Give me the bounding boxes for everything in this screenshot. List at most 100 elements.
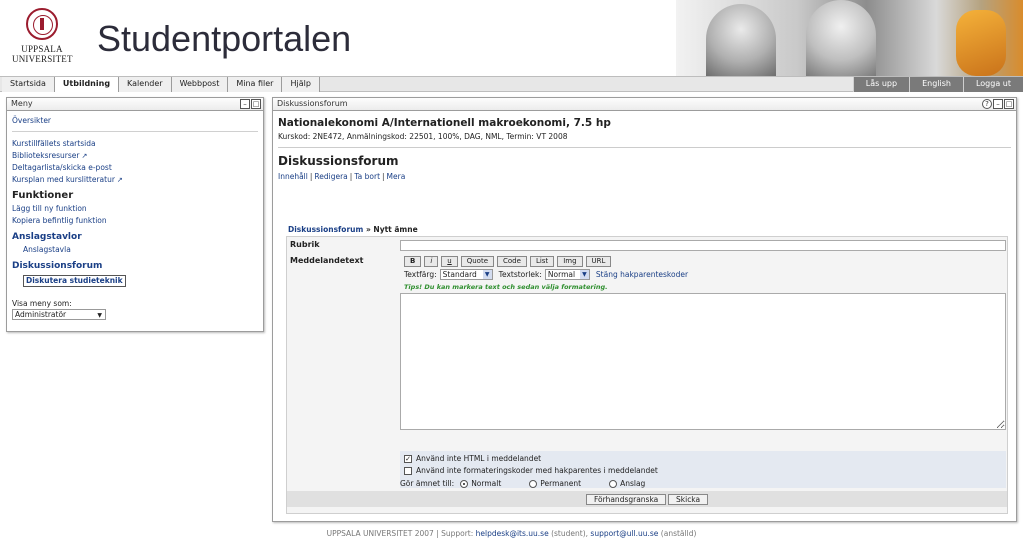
logout-button[interactable]: Logga ut: [962, 77, 1023, 92]
action-separator: |: [309, 172, 313, 181]
no-html-label: Använd inte HTML i meddelandet: [416, 454, 542, 463]
topic-type-announcement[interactable]: Anslag: [609, 479, 645, 488]
formatting-tip: Tips! Du kan markera text och sedan välj…: [404, 283, 608, 291]
close-codes-link[interactable]: Stäng hakparenteskoder: [596, 270, 688, 279]
menu-heading-boards[interactable]: Anslagstavlor: [12, 230, 258, 244]
subject-input[interactable]: [400, 240, 1006, 251]
send-button[interactable]: Skicka: [668, 494, 709, 505]
no-html-checkbox[interactable]: ✓: [404, 454, 412, 463]
portal-title: Studentportalen: [97, 18, 352, 59]
student-photo-3: [956, 10, 1006, 76]
code-button[interactable]: Code: [497, 256, 527, 267]
tab-startsida[interactable]: Startsida: [2, 77, 55, 92]
footer: UPPSALA UNIVERSITET 2007 | Support: help…: [0, 529, 1023, 538]
menu-link-library-label: Biblioteksresurser: [12, 151, 80, 160]
radio-normal[interactable]: [460, 479, 469, 488]
text-color-select[interactable]: Standard ▼: [439, 269, 493, 280]
chevron-down-icon: ▼: [482, 270, 492, 279]
bold-button[interactable]: B: [404, 256, 422, 267]
underline-button[interactable]: u: [441, 256, 458, 267]
menu-overview-link[interactable]: Översikter: [12, 115, 258, 127]
tab-hjalp[interactable]: Hjälp: [282, 77, 320, 92]
text-color-value: Standard: [442, 270, 477, 279]
breadcrumb-forum-link[interactable]: Diskussionsforum: [288, 225, 363, 234]
topic-type-label: Gör ämnet till:: [400, 479, 455, 488]
format-options: Textfärg: Standard ▼ Textstorlek: Normal…: [404, 269, 688, 280]
student-photo-2: [806, 0, 876, 76]
menu-link-add-function[interactable]: Lägg till ny funktion: [12, 203, 258, 215]
tab-kalender[interactable]: Kalender: [119, 77, 172, 92]
breadcrumb-separator: »: [365, 225, 371, 234]
radio-permanent[interactable]: [529, 479, 538, 488]
action-separator: |: [382, 172, 385, 181]
action-delete-link[interactable]: Ta bort: [354, 172, 380, 181]
radio-announcement[interactable]: [609, 479, 618, 488]
nav-tabs: Startsida Utbildning Kalender Webbpost M…: [2, 77, 320, 92]
tab-webbpost[interactable]: Webbpost: [171, 77, 229, 92]
topic-type-permanent[interactable]: Permanent: [529, 479, 581, 488]
menu-link-board[interactable]: Anslagstavla: [12, 244, 258, 256]
menu-view-value: Administratör: [15, 310, 67, 319]
action-edit-link[interactable]: Redigera: [314, 172, 347, 181]
quote-button[interactable]: Quote: [460, 256, 495, 267]
menu-heading-functions: Funktioner: [12, 190, 74, 201]
course-info: Kurskod: 2NE472, Anmälningskod: 22501, 1…: [278, 132, 568, 141]
topic-type-normal[interactable]: Normalt: [460, 479, 501, 488]
chevron-down-icon: ▼: [97, 312, 102, 319]
chevron-down-icon: ▼: [579, 270, 589, 279]
minimize-icon[interactable]: –: [993, 99, 1003, 109]
nav-tools: Lås upp English Logga ut: [852, 77, 1023, 92]
message-label: Meddelandetext: [290, 256, 364, 265]
university-logo[interactable]: UPPSALA UNIVERSITET: [12, 8, 73, 68]
forum-actions: Innehåll | Redigera | Ta bort | Mera: [278, 172, 1011, 182]
radio-permanent-label: Permanent: [540, 479, 582, 488]
list-button[interactable]: List: [529, 256, 555, 267]
menu-window-buttons: – □: [240, 99, 261, 109]
image-button[interactable]: Img: [557, 256, 583, 267]
menu-link-course-start[interactable]: Kurstillfällets startsida: [12, 138, 258, 150]
text-size-value: Normal: [547, 270, 576, 279]
action-more-link[interactable]: Mera: [387, 172, 406, 181]
new-topic-form: Rubrik Meddelandetext B i u Quote Code L…: [286, 236, 1008, 514]
student-support-link[interactable]: helpdesk@its.uu.se: [476, 529, 549, 538]
staff-support-link[interactable]: support@ull.uu.se: [590, 529, 658, 538]
main-nav: Startsida Utbildning Kalender Webbpost M…: [0, 76, 1023, 92]
logo-line1: UPPSALA: [21, 44, 63, 54]
maximize-icon[interactable]: □: [1004, 99, 1014, 109]
menu-panel: Meny – □ Översikter Kurstillfällets star…: [6, 97, 264, 332]
menu-link-participants[interactable]: Deltagarlista/skicka e-post: [12, 162, 258, 174]
option-no-bbcode[interactable]: Använd inte formateringskoder med hakpar…: [404, 466, 658, 475]
menu-link-copy-function[interactable]: Kopiera befintlig funktion: [12, 215, 258, 227]
option-no-html[interactable]: ✓ Använd inte HTML i meddelandet: [404, 454, 541, 463]
menu-view-select[interactable]: Administratör ▼: [12, 309, 106, 320]
url-button[interactable]: URL: [585, 256, 612, 267]
forum-title: Diskussionsforum: [278, 154, 399, 168]
action-contents-link[interactable]: Innehåll: [278, 172, 308, 181]
preview-button[interactable]: Förhandsgranska: [586, 494, 667, 505]
action-separator: |: [349, 172, 353, 181]
submit-bar: Förhandsgranska Skicka: [287, 491, 1007, 507]
maximize-icon[interactable]: □: [251, 99, 261, 109]
italic-button[interactable]: i: [424, 256, 439, 267]
unlock-button[interactable]: Lås upp: [852, 77, 910, 92]
help-icon[interactable]: ?: [982, 99, 992, 109]
subject-label: Rubrik: [290, 240, 320, 249]
minimize-icon[interactable]: –: [240, 99, 250, 109]
message-textarea[interactable]: [400, 293, 1006, 430]
external-link-icon: ↗: [81, 152, 88, 160]
no-bbcode-checkbox[interactable]: [404, 466, 412, 475]
header-photo: [676, 0, 1023, 76]
menu-link-library[interactable]: Biblioteksresurser ↗: [12, 150, 258, 162]
tab-utbildning[interactable]: Utbildning: [54, 77, 120, 92]
menu-heading-forum[interactable]: Diskussionsforum: [12, 259, 258, 273]
text-size-label: Textstorlek:: [498, 270, 542, 279]
breadcrumb-current: Nytt ämne: [373, 225, 418, 234]
tab-mina-filer[interactable]: Mina filer: [228, 77, 283, 92]
text-size-select[interactable]: Normal ▼: [544, 269, 590, 280]
forum-panel-title: Diskussionsforum: [277, 99, 348, 108]
radio-normal-label: Normalt: [471, 479, 502, 488]
menu-link-forum-current[interactable]: Diskutera studieteknik: [23, 275, 126, 287]
university-seal-icon: [26, 8, 58, 40]
language-button[interactable]: English: [909, 77, 963, 92]
menu-link-syllabus[interactable]: Kursplan med kurslitteratur ↗: [12, 174, 258, 186]
